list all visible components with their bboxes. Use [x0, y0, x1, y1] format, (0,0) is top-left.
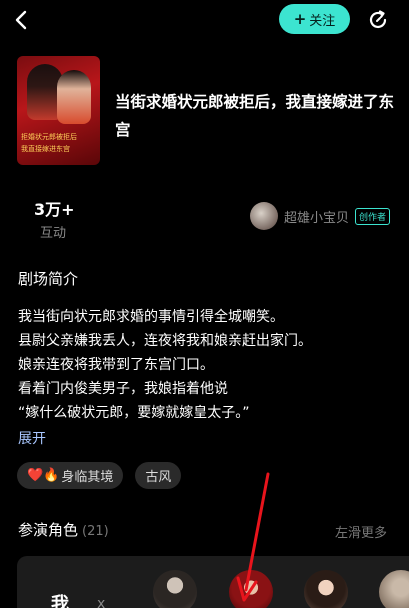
tag-ancient-style[interactable]: 古风	[135, 462, 182, 489]
intro-line: 看着门内俊美男子，我娘指着他说	[18, 381, 228, 397]
interaction-label: 互动	[40, 226, 67, 241]
expand-link[interactable]: 展开	[18, 428, 46, 448]
plus-icon: +	[293, 10, 307, 28]
top-bar: + 关注	[0, 0, 409, 40]
chevron-left-icon[interactable]	[10, 8, 34, 32]
creator-info[interactable]: 超雄小宝贝 创作者	[250, 202, 391, 230]
intro-line: “嫁什么破状元郎，要嫁就嫁皇太子。”	[18, 405, 250, 421]
cast-swipe-hint[interactable]: 左滑更多	[335, 522, 387, 541]
creator-badge: 创作者	[355, 207, 391, 225]
heart-fire-icon: ❤️🔥	[27, 468, 60, 483]
drama-cover-image[interactable]: 拒婚状元郎被拒后 我直接嫁进东宫	[17, 56, 100, 165]
cover-text-line1: 拒婚状元郎被拒后	[21, 133, 77, 141]
follow-label: 关注	[309, 13, 336, 29]
creator-name[interactable]: 超雄小宝贝	[284, 207, 349, 226]
tag-label: 古风	[145, 470, 172, 485]
intro-line: 我当街向状元郎求婚的事情引得全城嘲笑。	[18, 309, 284, 325]
character-avatar[interactable]	[379, 570, 409, 608]
me-label: 我	[51, 594, 69, 608]
intro-line: 县尉父亲嫌我丢人，连夜将我和娘亲赶出家门。	[18, 333, 312, 349]
follow-button[interactable]: + 关注	[279, 4, 350, 34]
separator-x: x	[97, 596, 106, 608]
cast-heading-label: 参演角色	[18, 521, 79, 539]
drama-title: 当街求婚状元郎被拒后，我直接嫁进了东宫	[115, 93, 395, 139]
cast-count: (21)	[82, 524, 109, 539]
intro-heading: 剧场简介	[18, 270, 79, 288]
interaction-count: 3万+	[34, 200, 75, 219]
character-avatar[interactable]	[304, 570, 348, 608]
character-avatar[interactable]	[153, 570, 197, 608]
cover-text-line2: 我直接嫁进东宫	[21, 145, 70, 153]
intro-line: 娘亲连夜将我带到了东宫门口。	[18, 357, 214, 373]
cover-figure-right	[57, 70, 91, 124]
cast-panel[interactable]: 我 x	[17, 556, 409, 608]
refresh-icon[interactable]	[366, 8, 390, 32]
tag-label: 身临其境	[61, 470, 114, 485]
tag-immersive[interactable]: ❤️🔥 身临其境	[17, 462, 124, 489]
cast-heading: 参演角色 (21)	[18, 519, 109, 540]
tag-list: ❤️🔥 身临其境 古风	[17, 462, 182, 489]
creator-avatar[interactable]	[250, 202, 278, 230]
character-avatar[interactable]	[229, 570, 273, 608]
intro-text: 我当街向状元郎求婚的事情引得全城嘲笑。 县尉父亲嫌我丢人，连夜将我和娘亲赶出家门…	[18, 305, 398, 425]
